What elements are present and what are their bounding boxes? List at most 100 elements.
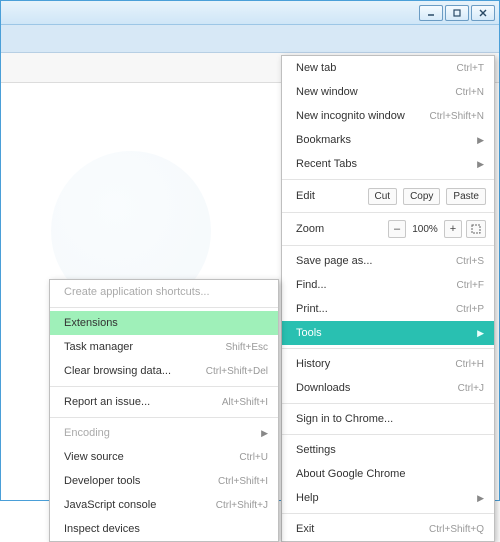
menu-separator — [282, 212, 494, 213]
menu-shortcut: Ctrl+Shift+Q — [429, 524, 484, 535]
menu-shortcut: Ctrl+U — [239, 452, 268, 463]
menu-new-window[interactable]: New window Ctrl+N — [282, 80, 494, 104]
menu-label: Exit — [296, 523, 419, 535]
menu-label: Downloads — [296, 382, 448, 394]
menu-shortcut: Ctrl+J — [458, 383, 484, 394]
menu-downloads[interactable]: Downloads Ctrl+J — [282, 376, 494, 400]
menu-label: About Google Chrome — [296, 468, 484, 480]
menu-shortcut: Ctrl+H — [455, 359, 484, 370]
menu-shortcut: Ctrl+F — [457, 280, 485, 291]
menu-label: Tools — [296, 327, 471, 339]
menu-label: Task manager — [64, 341, 215, 353]
menu-tools[interactable]: Tools ▶ — [282, 321, 494, 345]
menu-shortcut: Shift+Esc — [225, 342, 268, 353]
submenu-clear-data[interactable]: Clear browsing data... Ctrl+Shift+Del — [50, 359, 278, 383]
browser-window: New tab Ctrl+T New window Ctrl+N New incog… — [0, 0, 500, 501]
menu-sign-in[interactable]: Sign in to Chrome... — [282, 407, 494, 431]
menu-label: New window — [296, 86, 445, 98]
menu-save-as[interactable]: Save page as... Ctrl+S — [282, 249, 494, 273]
submenu-create-shortcuts: Create application shortcuts... — [50, 280, 278, 304]
submenu-task-manager[interactable]: Task manager Shift+Esc — [50, 335, 278, 359]
menu-shortcut: Ctrl+Shift+J — [216, 500, 268, 511]
menu-shortcut: Ctrl+Shift+Del — [206, 366, 268, 377]
menu-settings[interactable]: Settings — [282, 438, 494, 462]
menu-label: Edit — [296, 190, 362, 202]
menu-find[interactable]: Find... Ctrl+F — [282, 273, 494, 297]
chevron-right-icon: ▶ — [477, 159, 484, 170]
menu-label: Print... — [296, 303, 446, 315]
maximize-button[interactable] — [445, 5, 469, 21]
menu-label: Settings — [296, 444, 484, 456]
menu-separator — [282, 434, 494, 435]
menu-label: Developer tools — [64, 475, 208, 487]
submenu-view-source[interactable]: View source Ctrl+U — [50, 445, 278, 469]
menu-label: Inspect devices — [64, 523, 268, 535]
menu-separator — [50, 307, 278, 308]
menu-history[interactable]: History Ctrl+H — [282, 352, 494, 376]
menu-separator — [282, 513, 494, 514]
menu-print[interactable]: Print... Ctrl+P — [282, 297, 494, 321]
menu-shortcut: Ctrl+Shift+N — [430, 111, 484, 122]
zoom-in-button[interactable]: + — [444, 220, 462, 238]
menu-separator — [282, 348, 494, 349]
menu-label: New tab — [296, 62, 447, 74]
menu-label: View source — [64, 451, 229, 463]
menu-exit[interactable]: Exit Ctrl+Shift+Q — [282, 517, 494, 541]
menu-label: Recent Tabs — [296, 158, 471, 170]
fullscreen-icon — [471, 224, 481, 234]
menu-label: Bookmarks — [296, 134, 471, 146]
menu-zoom-row: Zoom – 100% + — [282, 216, 494, 242]
submenu-extensions[interactable]: Extensions — [50, 311, 278, 335]
zoom-value: 100% — [410, 224, 440, 235]
menu-shortcut: Alt+Shift+I — [222, 397, 268, 408]
chevron-right-icon: ▶ — [477, 135, 484, 146]
menu-separator — [50, 386, 278, 387]
menu-label: Sign in to Chrome... — [296, 413, 484, 425]
menu-label: Find... — [296, 279, 447, 291]
menu-separator — [282, 403, 494, 404]
menu-label: Extensions — [64, 317, 268, 329]
minimize-button[interactable] — [419, 5, 443, 21]
menu-separator — [282, 245, 494, 246]
menu-bookmarks[interactable]: Bookmarks ▶ — [282, 128, 494, 152]
menu-label: Zoom — [296, 223, 384, 235]
chevron-right-icon: ▶ — [261, 428, 268, 439]
cut-button[interactable]: Cut — [368, 188, 398, 205]
zoom-out-button[interactable]: – — [388, 220, 406, 238]
submenu-report-issue[interactable]: Report an issue... Alt+Shift+I — [50, 390, 278, 414]
submenu-js-console[interactable]: JavaScript consoleCtrl+Shift+J — [50, 493, 278, 517]
menu-label: History — [296, 358, 445, 370]
chevron-right-icon: ▶ — [477, 493, 484, 504]
copy-button[interactable]: Copy — [403, 188, 440, 205]
menu-separator — [50, 417, 278, 418]
menu-separator — [282, 179, 494, 180]
menu-help[interactable]: Help ▶ — [282, 486, 494, 510]
tab-strip[interactable] — [1, 25, 499, 53]
menu-new-incognito[interactable]: New incognito window Ctrl+Shift+N — [282, 104, 494, 128]
titlebar — [1, 1, 499, 25]
chevron-right-icon: ▶ — [477, 328, 484, 339]
submenu-inspect-devices[interactable]: Inspect devices — [50, 517, 278, 541]
menu-label: Help — [296, 492, 471, 504]
menu-recent-tabs[interactable]: Recent Tabs ▶ — [282, 152, 494, 176]
menu-shortcut: Ctrl+P — [456, 304, 484, 315]
paste-button[interactable]: Paste — [446, 188, 486, 205]
menu-label: Encoding — [64, 427, 255, 439]
menu-about[interactable]: About Google Chrome — [282, 462, 494, 486]
menu-label: Save page as... — [296, 255, 446, 267]
menu-label: Report an issue... — [64, 396, 212, 408]
fullscreen-button[interactable] — [466, 220, 486, 238]
tools-submenu: Create application shortcuts... Extensio… — [49, 279, 279, 542]
chrome-main-menu: New tab Ctrl+T New window Ctrl+N New incog… — [281, 55, 495, 542]
menu-shortcut: Ctrl+Shift+I — [218, 476, 268, 487]
menu-new-tab[interactable]: New tab Ctrl+T — [282, 56, 494, 80]
menu-shortcut: Ctrl+S — [456, 256, 484, 267]
menu-label: Clear browsing data... — [64, 365, 196, 377]
submenu-dev-tools[interactable]: Developer tools Ctrl+Shift+I — [50, 469, 278, 493]
menu-shortcut: Ctrl+T — [457, 63, 485, 74]
close-button[interactable] — [471, 5, 495, 21]
menu-shortcut: Ctrl+N — [455, 87, 484, 98]
submenu-encoding[interactable]: Encoding ▶ — [50, 421, 278, 445]
menu-label: New incognito window — [296, 110, 420, 122]
menu-label: Create application shortcuts... — [64, 286, 268, 298]
